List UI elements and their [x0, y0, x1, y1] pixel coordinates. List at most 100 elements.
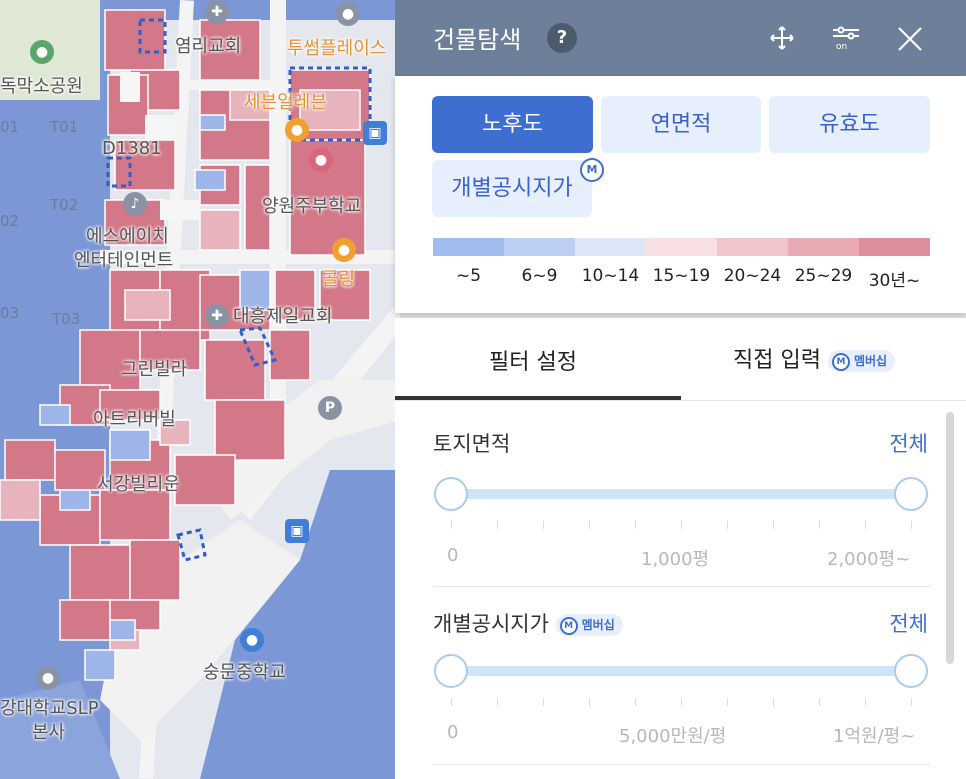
slider-tick: [819, 698, 820, 706]
filter-separator: [433, 764, 930, 765]
cafe-icon[interactable]: ●: [332, 238, 356, 262]
map-label-church2: 대흥제일교회: [233, 306, 333, 327]
slider-tick: [635, 521, 636, 529]
legend-bar: [433, 238, 930, 256]
slider-tick: [727, 521, 728, 529]
filter-land-price-all[interactable]: 전체: [889, 608, 928, 638]
filter-section: 필터 설정 직접 입력 M 멤버십 토지면적 전체 0 1,000평 2,000평…: [395, 318, 966, 779]
slider-tick: [589, 698, 590, 706]
land-area-scale-min: 0: [447, 545, 459, 566]
slider-tick: [497, 698, 498, 706]
close-icon[interactable]: [893, 18, 927, 58]
membership-badge: M 멤버십: [827, 350, 896, 372]
land-area-scale-mid: 1,000평: [641, 549, 710, 570]
map-label-seven-eleven: 세븐일레븐: [244, 92, 327, 113]
park-icon[interactable]: ●: [30, 40, 54, 64]
map-label-atre: 아트리버빌: [93, 409, 176, 430]
slider-tick: [911, 521, 912, 529]
panel-scrollbar[interactable]: [946, 412, 954, 664]
map-label-school: 양원주부학교: [262, 196, 362, 217]
filter-land-area-all[interactable]: 전체: [889, 428, 928, 458]
school-icon[interactable]: ●: [309, 148, 333, 172]
legend-label: ~5: [455, 266, 482, 286]
land-area-ticks: [451, 521, 912, 531]
move-icon[interactable]: [765, 18, 799, 58]
membership-mark-icon: M: [580, 158, 604, 182]
land-area-slider-max-thumb[interactable]: [894, 477, 928, 511]
legend-label: 20~24: [723, 266, 782, 286]
mode-button-floor-area[interactable]: 연면적: [601, 96, 761, 153]
mode-button-land-price[interactable]: 개별공시지가: [432, 160, 592, 217]
slider-tick: [911, 698, 912, 706]
map-label-coring: 콜링: [322, 269, 356, 290]
map-label-park: 독막소공원: [0, 76, 83, 97]
map-label-sh-ent-1: 에스에이치: [86, 226, 169, 247]
map-label-slp-1: 강대학교SLP: [0, 698, 99, 719]
slider-tick: [681, 521, 682, 529]
legend-swatch: [788, 238, 859, 256]
settings-on-icon[interactable]: on: [829, 18, 863, 58]
tab-direct-input[interactable]: 직접 입력 M 멤버십: [733, 342, 896, 374]
mode-button-age[interactable]: 노후도: [432, 96, 593, 153]
bus-stop-icon[interactable]: ▣: [285, 519, 309, 543]
membership-mark-icon: M: [831, 352, 850, 371]
slider-tick: [865, 698, 866, 706]
parking-icon[interactable]: P: [318, 396, 342, 420]
cafe-icon[interactable]: ●: [336, 2, 360, 26]
map-label-t02b: T02: [50, 196, 79, 214]
map-label-sh-ent-2: 엔터테인먼트: [74, 250, 174, 271]
slider-tick: [635, 698, 636, 706]
map-label-t03b: T03: [52, 310, 81, 328]
svg-text:on: on: [836, 42, 847, 51]
legend-swatch: [504, 238, 575, 256]
panel-header: 건물탐색 ? on: [395, 0, 966, 76]
membership-badge-label: 멤버십: [581, 618, 615, 632]
slider-tick: [773, 698, 774, 706]
filter-separator: [433, 586, 930, 587]
slider-tick: [589, 521, 590, 529]
mode-button-efficiency[interactable]: 유효도: [769, 96, 930, 153]
map-label-t02a: 02: [0, 212, 20, 230]
membership-badge: M 멤버십: [555, 614, 623, 636]
membership-mark-icon: M: [559, 616, 578, 635]
land-price-scale-max: 1억원/평~: [833, 726, 916, 747]
company-icon[interactable]: ●: [36, 666, 60, 690]
mode-card: 노후도 연면적 유효도 개별공시지가 M ~5 6~9 10~14 15~19 …: [395, 76, 966, 313]
land-price-slider-max-thumb[interactable]: [894, 654, 928, 688]
legend-label: 10~14: [581, 266, 640, 286]
slider-tick: [451, 521, 452, 529]
map-label-green-villa: 그린빌라: [121, 359, 188, 380]
filter-land-price-label: 개별공시지가 M 멤버십: [433, 608, 623, 638]
slider-tick: [543, 698, 544, 706]
land-price-slider-min-thumb[interactable]: [434, 654, 468, 688]
slider-tick: [819, 521, 820, 529]
panel-title: 건물탐색: [433, 26, 522, 54]
bus-stop-icon[interactable]: ▣: [363, 121, 387, 145]
tab-filter-settings[interactable]: 필터 설정: [489, 344, 577, 376]
church-icon[interactable]: ✚: [205, 0, 229, 24]
map-label-sg-village: 서강빌리운: [97, 474, 180, 495]
slider-tick: [497, 521, 498, 529]
land-area-slider[interactable]: [451, 489, 911, 499]
tab-divider: [395, 400, 966, 401]
map-label-middle-school: 숭문중학교: [203, 662, 286, 683]
map-label-t01b: T01: [50, 118, 79, 136]
legend-labels: ~5 6~9 10~14 15~19 20~24 25~29 30년~: [433, 266, 930, 291]
church-icon[interactable]: ✚: [205, 304, 229, 328]
land-area-slider-min-thumb[interactable]: [434, 477, 468, 511]
slider-tick: [727, 698, 728, 706]
legend-label: 6~9: [521, 266, 558, 286]
legend-swatch: [717, 238, 788, 256]
legend-swatch: [575, 238, 646, 256]
slider-tick: [865, 521, 866, 529]
land-area-scale-max: 2,000평~: [827, 549, 911, 570]
store-icon[interactable]: ●: [285, 118, 309, 142]
slider-tick: [681, 698, 682, 706]
music-icon[interactable]: ♪: [123, 192, 147, 216]
land-price-slider[interactable]: [451, 666, 911, 676]
slider-tick: [451, 698, 452, 706]
legend-swatch: [433, 238, 504, 256]
help-icon[interactable]: ?: [547, 23, 577, 53]
school-icon[interactable]: ●: [240, 628, 264, 652]
map-label-d1381: D1381: [102, 138, 162, 159]
